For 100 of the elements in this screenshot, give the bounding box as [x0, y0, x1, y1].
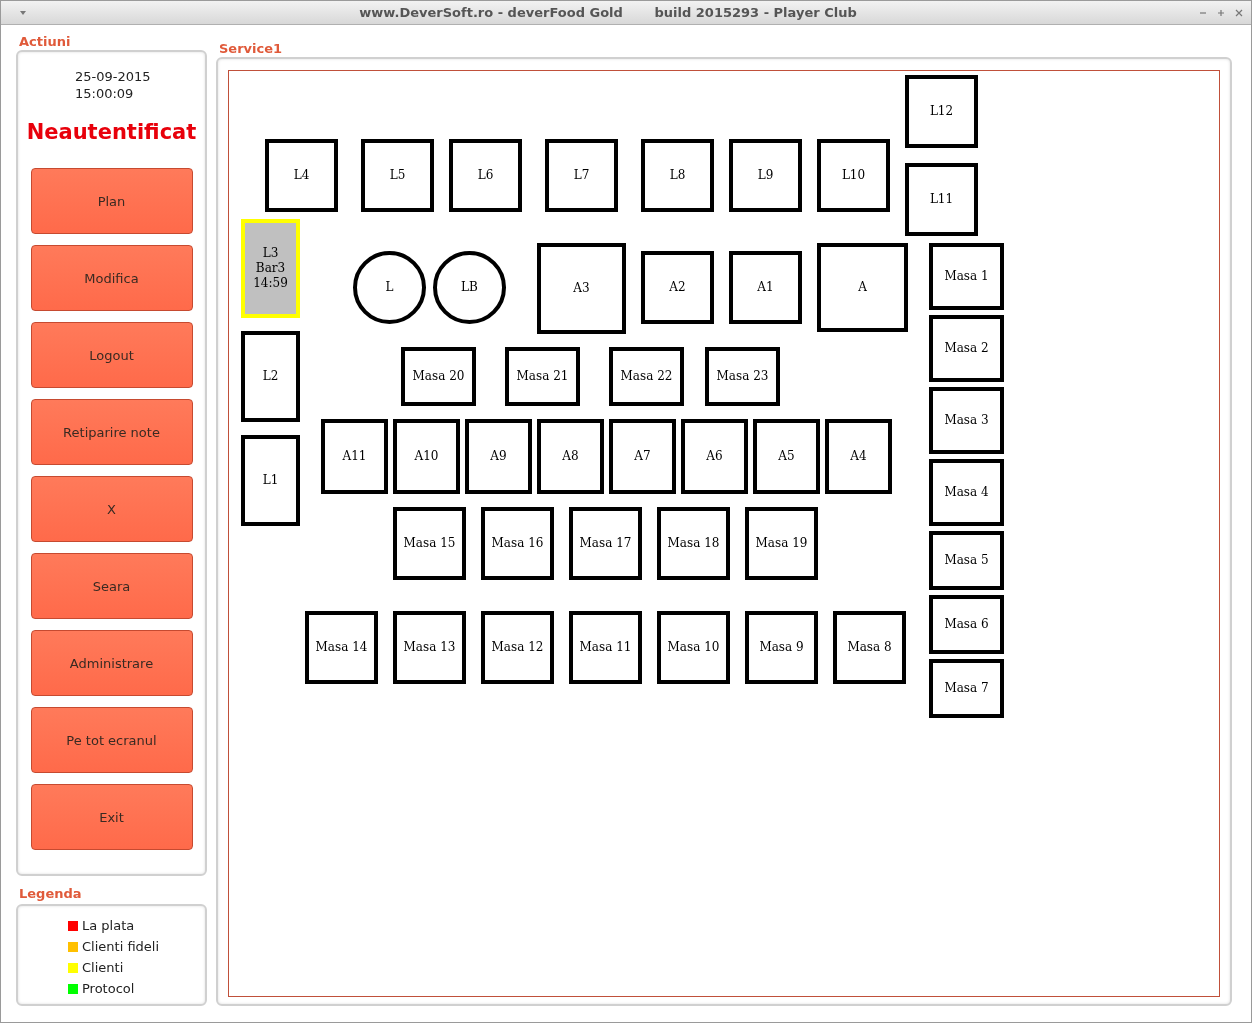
action-button[interactable]: Pe tot ecranul	[30, 707, 193, 773]
table[interactable]: A9	[465, 419, 532, 494]
table[interactable]: Masa 20	[401, 347, 476, 406]
table-label: L12	[929, 104, 954, 119]
table-label: Masa 11	[579, 640, 632, 655]
table[interactable]: Masa 18	[657, 507, 730, 580]
table[interactable]: Masa 21	[505, 347, 580, 406]
table[interactable]: Masa 23	[705, 347, 780, 406]
table[interactable]: Masa 6	[929, 595, 1004, 654]
table-label: Masa 2	[944, 341, 989, 356]
action-button[interactable]: Modifica	[30, 245, 193, 311]
table-label: Bar3	[255, 261, 286, 276]
table[interactable]: Masa 4	[929, 459, 1004, 526]
table[interactable]: A5	[753, 419, 820, 494]
table[interactable]: Masa 12	[481, 611, 554, 684]
table-label: L8	[669, 168, 686, 183]
table[interactable]: Masa 19	[745, 507, 818, 580]
action-button[interactable]: Retiparire note	[30, 399, 193, 465]
table[interactable]: L11	[905, 163, 978, 236]
action-button[interactable]: Exit	[30, 784, 193, 850]
time-text: 15:00:09	[75, 85, 134, 102]
table-label: LB	[461, 280, 478, 295]
table-label: L6	[477, 168, 494, 183]
round-table[interactable]: LB	[433, 251, 506, 324]
table[interactable]: Masa 5	[929, 531, 1004, 590]
table-label: L10	[841, 168, 866, 183]
action-button[interactable]: X	[30, 476, 193, 542]
table[interactable]: A1	[729, 251, 802, 324]
table-label: A1	[757, 280, 774, 295]
table[interactable]: L2	[241, 331, 300, 422]
maximize-icon[interactable]	[1217, 8, 1225, 17]
action-button[interactable]: Plan	[30, 168, 193, 234]
table[interactable]: A2	[641, 251, 714, 324]
table-label: A5	[778, 449, 795, 464]
table-label: L11	[929, 192, 954, 207]
table-label: A	[858, 280, 867, 295]
table[interactable]: Masa 7	[929, 659, 1004, 718]
table-label: Masa 23	[716, 369, 769, 384]
table-label: L4	[293, 168, 310, 183]
table[interactable]: A4	[825, 419, 892, 494]
table[interactable]: L3 Bar3 14:59	[241, 219, 300, 318]
table-label: Masa 21	[516, 369, 569, 384]
table[interactable]: L1	[241, 435, 300, 526]
table-label: A4	[850, 449, 867, 464]
table-label: L1	[262, 473, 279, 488]
table[interactable]: L12	[905, 75, 978, 148]
table[interactable]: Masa 10	[657, 611, 730, 684]
table-label: A8	[562, 449, 579, 464]
table[interactable]: Masa 2	[929, 315, 1004, 382]
table[interactable]: L10	[817, 139, 890, 212]
close-icon[interactable]	[1235, 8, 1243, 17]
table[interactable]: A10	[393, 419, 460, 494]
table[interactable]: L5	[361, 139, 434, 212]
table-label: Masa 7	[944, 681, 989, 696]
table[interactable]: Masa 9	[745, 611, 818, 684]
table[interactable]: Masa 8	[833, 611, 906, 684]
table[interactable]: Masa 22	[609, 347, 684, 406]
table[interactable]: Masa 13	[393, 611, 466, 684]
table-label: L3	[262, 246, 279, 261]
action-button[interactable]: Administrare	[30, 630, 193, 696]
table[interactable]: Masa 15	[393, 507, 466, 580]
table-label: Masa 10	[667, 640, 720, 655]
table[interactable]: Masa 17	[569, 507, 642, 580]
table[interactable]: A6	[681, 419, 748, 494]
table[interactable]: L8	[641, 139, 714, 212]
table-label: A3	[573, 281, 590, 296]
date-text: 25-09-2015	[75, 68, 151, 85]
table-label: L	[385, 280, 394, 295]
table[interactable]: Masa 1	[929, 243, 1004, 310]
table-label: Masa 20	[412, 369, 465, 384]
window-menu-icon[interactable]	[19, 8, 27, 17]
login-status: Neautentificat	[26, 120, 197, 144]
table[interactable]: A11	[321, 419, 388, 494]
table-label: L2	[262, 369, 279, 384]
table-label: Masa 3	[944, 413, 989, 428]
round-table[interactable]: L	[353, 251, 426, 324]
table[interactable]: A	[817, 243, 908, 332]
table[interactable]: L4	[265, 139, 338, 212]
table[interactable]: Masa 16	[481, 507, 554, 580]
table-label: Masa 6	[944, 617, 989, 632]
table-label: 14:59	[253, 276, 288, 291]
table-label: Masa 12	[491, 640, 544, 655]
table[interactable]: Masa 11	[569, 611, 642, 684]
table-label: Masa 1	[944, 269, 989, 284]
table-label: A2	[669, 280, 686, 295]
action-button[interactable]: Seara	[30, 553, 193, 619]
table[interactable]: L6	[449, 139, 522, 212]
action-button[interactable]: Logout	[30, 322, 193, 388]
table[interactable]: L7	[545, 139, 618, 212]
table[interactable]: L9	[729, 139, 802, 212]
table-label: Masa 8	[847, 640, 892, 655]
table-label: Masa 19	[755, 536, 808, 551]
legend-label: Clienti	[82, 959, 124, 977]
table[interactable]: A3	[537, 243, 626, 334]
table[interactable]: Masa 14	[305, 611, 378, 684]
table[interactable]: A8	[537, 419, 604, 494]
window-title: www.DeverSoft.ro - deverFood Gold build 2015293 - Player Club	[358, 5, 858, 20]
table[interactable]: A7	[609, 419, 676, 494]
table-label: L9	[757, 168, 774, 183]
table[interactable]: Masa 3	[929, 387, 1004, 454]
